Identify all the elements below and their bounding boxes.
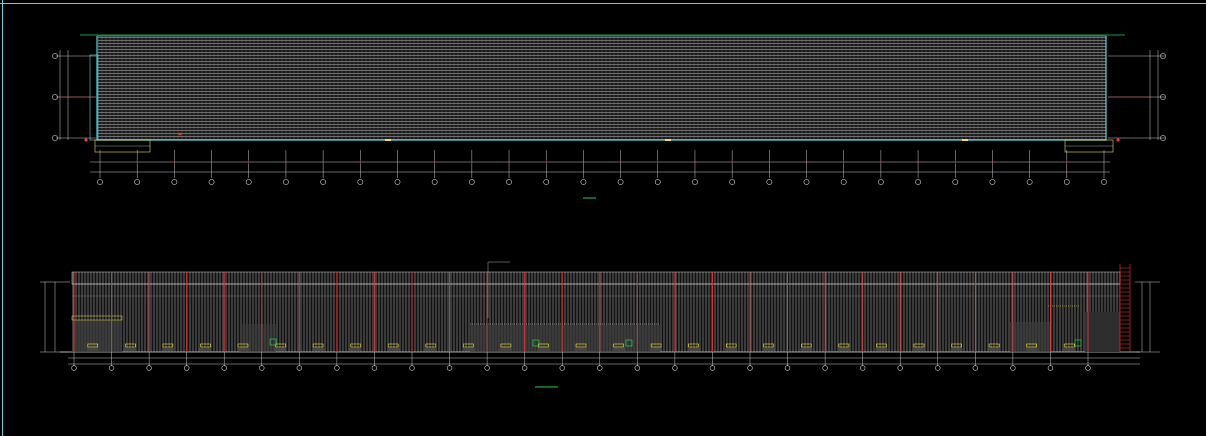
elevation-step xyxy=(988,348,1001,351)
elevation-step xyxy=(387,348,400,351)
elevation-axis-bubble xyxy=(334,365,340,371)
plan-axis-bubble xyxy=(245,179,252,185)
plan-left-dims xyxy=(52,50,96,141)
plan-axis-bubble xyxy=(1026,179,1033,185)
elevation-axis-bubble xyxy=(897,365,903,371)
elevation-step xyxy=(86,348,99,351)
elevation-axis-bubble xyxy=(1047,365,1054,371)
plan-axis-bubble xyxy=(729,179,736,185)
elevation-axis-bubble xyxy=(446,365,453,371)
elevation-step xyxy=(199,348,212,351)
elevation-axis-bubble xyxy=(972,365,979,371)
plan-axis-bubble xyxy=(654,179,661,185)
plan-axis-bubble xyxy=(134,179,141,185)
elevation-step xyxy=(312,348,325,351)
plan-axis-bubble xyxy=(617,179,624,185)
cad-canvas[interactable] xyxy=(0,0,1206,436)
elevation-step xyxy=(1063,348,1076,351)
elevation-step xyxy=(575,348,587,351)
elevation-step xyxy=(950,348,963,351)
plan-axis-bubble xyxy=(580,179,587,185)
elevation-axis-bubble xyxy=(709,365,716,371)
elevation-step xyxy=(612,348,625,351)
plan-axis-bubble xyxy=(952,179,959,185)
plan-axis-bubble xyxy=(506,179,512,185)
roof-hatch-area xyxy=(98,36,1106,140)
elevation-step xyxy=(124,348,137,351)
elevation-step xyxy=(349,348,362,351)
elevation-axis-bubble xyxy=(521,365,528,371)
plan-axis-bubble xyxy=(1101,179,1107,185)
elevation-step xyxy=(913,348,925,351)
roof-plan xyxy=(52,34,1166,199)
elevation-step xyxy=(424,348,437,351)
elevation-axis-bubble xyxy=(71,365,77,371)
elevation-axis-bubble xyxy=(1010,365,1016,371)
plan-right-dims xyxy=(1108,50,1166,141)
elevation-axis-bubble xyxy=(108,365,115,371)
elevation-axis-bubble xyxy=(784,365,791,371)
plan-grid-axes xyxy=(97,150,1107,185)
elevation-axis-bubble xyxy=(634,365,641,371)
elevation-axis-bubble xyxy=(935,365,941,371)
plan-axis-bubble xyxy=(208,179,215,185)
elevation-axis-bubble xyxy=(672,365,678,371)
plan-axis-bubble xyxy=(468,179,475,185)
plan-axis-bubble xyxy=(97,179,103,185)
elevation-axis-bubble xyxy=(259,365,265,371)
elevation-step xyxy=(687,348,700,351)
elevation-axis-bubble xyxy=(484,365,490,371)
elevation-step xyxy=(837,348,850,351)
plan-axis-bubble xyxy=(877,179,884,185)
elevation-step xyxy=(762,348,775,351)
elevation-step xyxy=(462,348,475,351)
plan-axis-bubble xyxy=(692,179,698,185)
plan-axis-bubble xyxy=(840,179,847,185)
elevation-step xyxy=(499,348,512,351)
plan-axis-bubble xyxy=(915,179,921,185)
elevation-step xyxy=(725,348,738,351)
plan-axis-bubble xyxy=(989,179,996,185)
cad-drawing xyxy=(0,0,1206,436)
plan-axis-bubble xyxy=(320,179,327,185)
elevation-step xyxy=(237,348,249,351)
elevation-axis-bubble xyxy=(183,365,190,371)
elevation-axis-bubble xyxy=(371,365,378,371)
elevation-step xyxy=(537,348,550,351)
elevation-axis-bubble xyxy=(146,365,152,371)
plan-axis-bubble xyxy=(431,179,438,185)
plan-axis-bubble xyxy=(283,179,289,185)
plan-axis-bubble xyxy=(543,179,550,185)
elevation-step xyxy=(274,348,287,351)
elevation-step xyxy=(875,348,888,351)
elevation-step xyxy=(800,348,813,351)
elevation-step xyxy=(161,348,174,351)
elevation-axis-bubble xyxy=(859,365,866,371)
elevation-step xyxy=(650,348,663,351)
plan-axis-bubble xyxy=(766,179,773,185)
elevation-axis-bubble xyxy=(409,365,415,371)
plan-axis-bubble xyxy=(357,179,364,185)
elevation-view xyxy=(40,261,1160,388)
elevation-axis-bubble xyxy=(296,365,303,371)
plan-axis-bubble xyxy=(394,179,401,185)
elevation-axis-bubble xyxy=(559,365,565,371)
elevation-step xyxy=(1025,348,1038,351)
plan-axis-bubble xyxy=(171,179,178,185)
elevation-axis-bubble xyxy=(747,365,753,371)
elevation-axis-bubble xyxy=(221,365,227,371)
elevation-axis-bubble xyxy=(597,365,603,371)
plan-axis-bubble xyxy=(1063,179,1070,185)
plan-axis-bubble xyxy=(803,179,810,185)
elevation-axis-bubble xyxy=(822,365,828,371)
elevation-axis-bubble xyxy=(1085,365,1091,371)
roof-ladder xyxy=(1119,264,1131,352)
